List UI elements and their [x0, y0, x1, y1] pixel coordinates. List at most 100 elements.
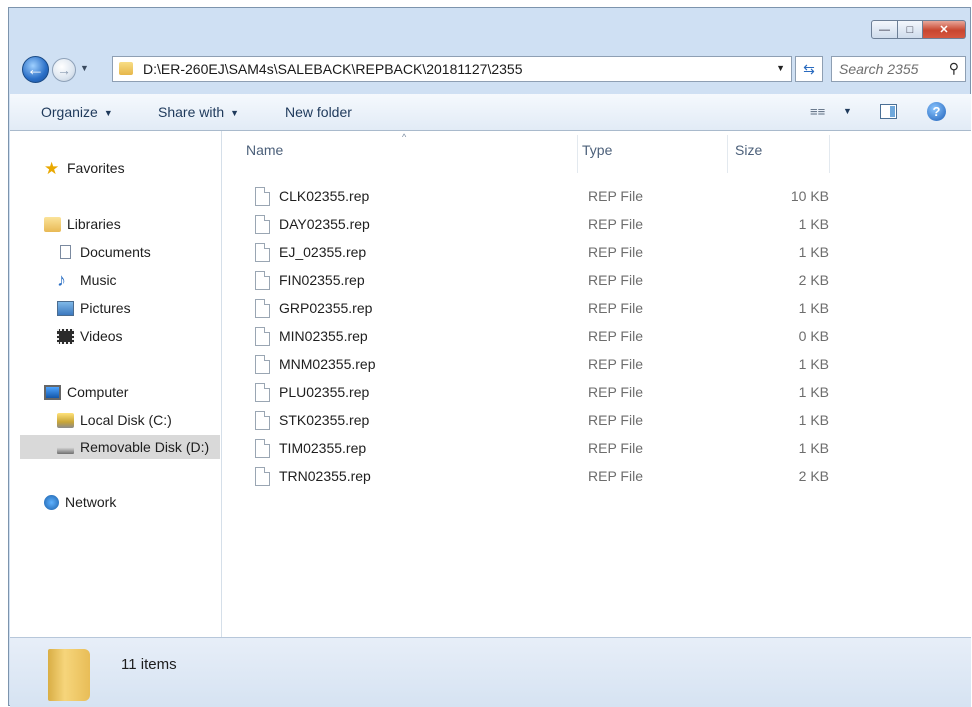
nav-item-libraries[interactable]: Libraries — [44, 212, 121, 236]
music-icon: ♪ — [57, 269, 66, 290]
share-with-button[interactable]: Share with ▼ — [158, 104, 239, 120]
file-name: MNM02355.rep — [279, 356, 376, 372]
nav-item-documents[interactable]: Documents — [57, 240, 151, 264]
column-divider[interactable] — [727, 135, 728, 173]
file-size: 1 KB — [798, 300, 829, 316]
file-row[interactable]: FIN02355.rep REP File 2 KB — [222, 267, 971, 295]
search-box[interactable]: ⚲ — [831, 56, 966, 82]
search-input[interactable] — [837, 60, 941, 78]
column-header-name[interactable]: Name — [246, 142, 283, 158]
file-name: DAY02355.rep — [279, 216, 370, 232]
file-type: REP File — [588, 412, 643, 428]
minimize-button[interactable]: — — [871, 20, 898, 39]
caption-buttons: — □ ✕ — [871, 20, 966, 39]
details-pane: 11 items — [10, 637, 971, 707]
address-path[interactable]: D:\ER-260EJ\SAM4s\SALEBACK\REPBACK\20181… — [143, 61, 523, 77]
nav-item-label: Removable Disk (D:) — [80, 439, 210, 455]
file-type: REP File — [588, 244, 643, 260]
share-with-label: Share with — [158, 104, 225, 120]
file-size: 10 KB — [790, 188, 829, 204]
maximize-button[interactable]: □ — [898, 20, 923, 39]
nav-item-pictures[interactable]: Pictures — [57, 296, 131, 320]
change-view-icon[interactable]: ≡≡ — [810, 104, 825, 119]
file-row[interactable]: TRN02355.rep REP File 2 KB — [222, 463, 971, 491]
back-button[interactable]: ← — [22, 56, 49, 83]
preview-pane-icon[interactable] — [880, 104, 897, 119]
column-label: Name — [246, 142, 284, 158]
address-dropdown-icon[interactable]: ▼ — [776, 63, 785, 73]
nav-item-videos[interactable]: Videos — [57, 324, 123, 348]
file-row[interactable]: MIN02355.rep REP File 0 KB — [222, 323, 971, 351]
nav-item-label: Pictures — [80, 300, 131, 316]
search-icon[interactable]: ⚲ — [949, 60, 959, 77]
file-type: REP File — [588, 300, 643, 316]
file-type: REP File — [588, 272, 643, 288]
file-size: 0 KB — [798, 328, 829, 344]
column-divider[interactable] — [829, 135, 830, 173]
navigation-bar: ← → ▼ D:\ER-260EJ\SAM4s\SALEBACK\REPBACK… — [19, 53, 967, 83]
nav-item-label: Favorites — [67, 160, 125, 176]
new-folder-button[interactable]: New folder — [285, 104, 352, 120]
minimize-icon: — — [879, 23, 890, 36]
nav-item-label: Local Disk (C:) — [80, 412, 172, 428]
file-icon — [255, 215, 270, 234]
nav-item-favorites[interactable]: ★ Favorites — [44, 156, 125, 180]
file-row[interactable]: CLK02355.rep REP File 10 KB — [222, 183, 971, 211]
nav-item-computer[interactable]: Computer — [44, 380, 128, 404]
file-row[interactable]: PLU02355.rep REP File 1 KB — [222, 379, 971, 407]
address-bar[interactable]: D:\ER-260EJ\SAM4s\SALEBACK\REPBACK\20181… — [112, 56, 792, 82]
close-button[interactable]: ✕ — [923, 20, 966, 39]
file-size: 2 KB — [798, 468, 829, 484]
nav-item-music[interactable]: ♪ Music — [57, 268, 117, 292]
nav-item-network[interactable]: Network — [44, 490, 116, 514]
new-folder-label: New folder — [285, 104, 352, 120]
help-icon[interactable]: ? — [927, 102, 946, 121]
removable-disk-icon — [57, 446, 74, 454]
file-icon — [255, 327, 270, 346]
file-name: MIN02355.rep — [279, 328, 368, 344]
file-size: 1 KB — [798, 356, 829, 372]
close-icon: ✕ — [939, 24, 949, 36]
nav-item-label: Documents — [80, 244, 151, 260]
file-type: REP File — [588, 216, 643, 232]
organize-button[interactable]: Organize ▼ — [41, 104, 113, 120]
file-size: 1 KB — [798, 412, 829, 428]
file-size: 1 KB — [798, 216, 829, 232]
back-arrow-icon: ← — [26, 59, 45, 79]
explorer-window: — □ ✕ ← → ▼ D:\ER-260EJ\SAM4s\SALEBACK\R… — [8, 7, 971, 707]
forward-arrow-icon: → — [57, 62, 71, 78]
file-icon — [255, 383, 270, 402]
file-name: TRN02355.rep — [279, 468, 371, 484]
column-divider[interactable] — [577, 135, 578, 173]
file-row[interactable]: TIM02355.rep REP File 1 KB — [222, 435, 971, 463]
file-icon — [255, 411, 270, 430]
nav-item-label: Music — [80, 272, 117, 288]
column-header-type[interactable]: Type — [582, 142, 612, 158]
organize-label: Organize — [41, 104, 98, 120]
file-row[interactable]: STK02355.rep REP File 1 KB — [222, 407, 971, 435]
file-size: 1 KB — [798, 384, 829, 400]
file-row[interactable]: EJ_02355.rep REP File 1 KB — [222, 239, 971, 267]
pictures-icon — [57, 300, 74, 316]
file-icon — [255, 355, 270, 374]
file-type: REP File — [588, 440, 643, 456]
column-label: Type — [582, 142, 613, 158]
file-icon — [255, 243, 270, 262]
file-type: REP File — [588, 188, 643, 204]
file-row[interactable]: MNM02355.rep REP File 1 KB — [222, 351, 971, 379]
nav-item-removable-disk[interactable]: Removable Disk (D:) — [20, 435, 220, 459]
file-row[interactable]: GRP02355.rep REP File 1 KB — [222, 295, 971, 323]
column-header-size[interactable]: Size — [735, 142, 762, 158]
refresh-icon: ⇆ — [803, 60, 815, 77]
views-dropdown-icon[interactable]: ▼ — [843, 106, 852, 116]
file-icon — [255, 271, 270, 290]
sort-ascending-icon: ^ — [402, 132, 407, 142]
local-disk-icon — [57, 412, 74, 428]
forward-button[interactable]: → — [52, 58, 76, 82]
nav-item-local-disk[interactable]: Local Disk (C:) — [57, 408, 172, 432]
refresh-button[interactable]: ⇆ — [795, 56, 823, 82]
recent-pages-dropdown[interactable]: ▼ — [80, 63, 89, 73]
chevron-down-icon: ▼ — [230, 108, 240, 118]
file-row[interactable]: DAY02355.rep REP File 1 KB — [222, 211, 971, 239]
file-icon — [255, 187, 270, 206]
